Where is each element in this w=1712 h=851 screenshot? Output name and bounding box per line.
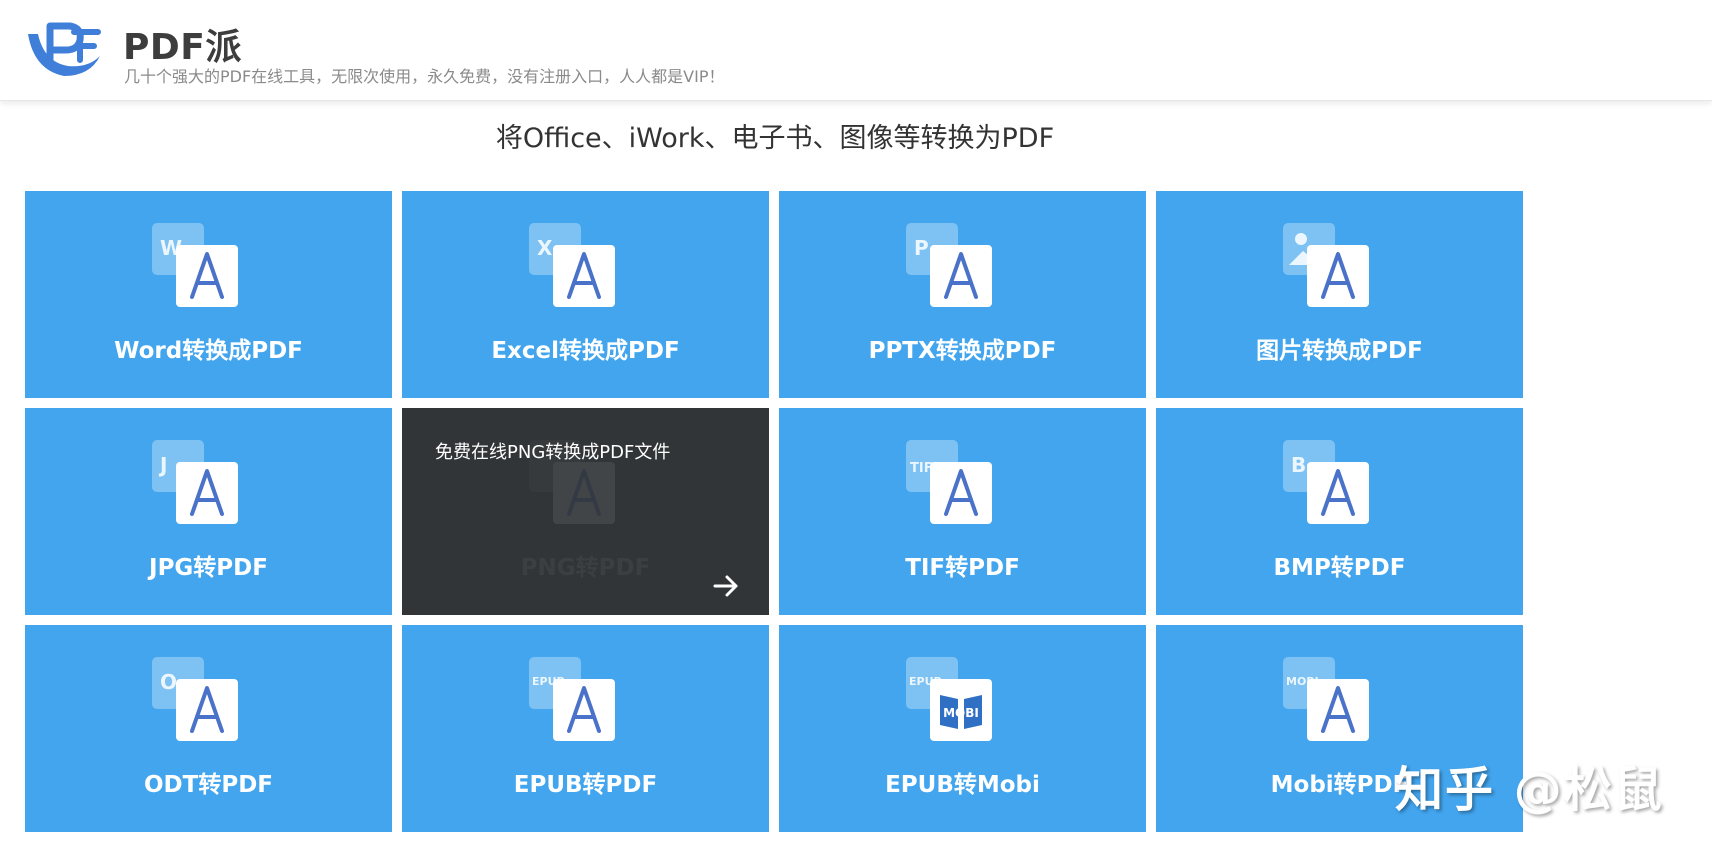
odt-to-pdf-icon: O xyxy=(152,657,238,741)
tile-label: EPUB转PDF xyxy=(513,772,658,798)
tile-epub-to-mobi[interactable]: EPUB MOBI EPUB转Mobi xyxy=(779,625,1146,832)
epub-to-mobi-icon: EPUB MOBI xyxy=(906,657,992,741)
tile-image-to-pdf[interactable]: 图片转换成PDF xyxy=(1156,191,1523,398)
image-to-pdf-icon xyxy=(1283,223,1369,307)
tile-hover-description: 免费在线PNG转换成PDF文件 xyxy=(435,442,671,463)
svg-text:X: X xyxy=(537,236,553,260)
excel-to-pdf-icon: X xyxy=(529,223,615,307)
tile-label: JPG转PDF xyxy=(149,555,268,581)
tile-bmp-to-pdf[interactable]: B BMP转PDF xyxy=(1156,408,1523,615)
tile-label: BMP转PDF xyxy=(1273,555,1406,581)
tile-label: ODT转PDF xyxy=(144,772,273,798)
zhihu-watermark: 知乎 @松鼠 xyxy=(1395,762,1664,818)
tile-word-to-pdf[interactable]: W Word转换成PDF xyxy=(25,191,392,398)
tile-odt-to-pdf[interactable]: O ODT转PDF xyxy=(25,625,392,832)
tile-jpg-to-pdf[interactable]: J JPG转PDF xyxy=(25,408,392,615)
tile-label: EPUB转Mobi xyxy=(885,772,1040,798)
tile-pptx-to-pdf[interactable]: P PPTX转换成PDF xyxy=(779,191,1146,398)
jpg-to-pdf-icon: J xyxy=(152,440,238,524)
svg-text:TIF: TIF xyxy=(910,461,933,476)
bmp-to-pdf-icon: B xyxy=(1283,440,1369,524)
pptx-to-pdf-icon: P xyxy=(906,223,992,307)
tile-excel-to-pdf[interactable]: X Excel转换成PDF xyxy=(402,191,769,398)
section-title: 将Office、iWork、电子书、图像等转换为PDF xyxy=(495,123,1055,154)
svg-text:B: B xyxy=(1291,453,1306,477)
svg-text:J: J xyxy=(158,453,167,477)
tile-label: 图片转换成PDF xyxy=(1256,338,1423,364)
pdfpai-logo-icon[interactable] xyxy=(24,20,104,82)
tile-tif-to-pdf[interactable]: TIF TIF转PDF xyxy=(779,408,1146,615)
svg-text:O: O xyxy=(160,670,177,694)
tile-png-to-pdf[interactable]: PNG转PDF 免费在线PNG转换成PDF文件 xyxy=(402,408,769,615)
epub-to-pdf-icon: EPUB xyxy=(529,657,615,741)
tile-label: Excel转换成PDF xyxy=(491,338,680,364)
mobi-to-pdf-icon: MOBI xyxy=(1283,657,1369,741)
arrow-right-icon[interactable] xyxy=(713,573,739,599)
site-slogan: 几十个强大的PDF在线工具，无限次使用，永久免费，没有注册入口，人人都是VIP！ xyxy=(124,67,725,86)
svg-text:MOBI: MOBI xyxy=(943,706,979,720)
site-header: PDF派 几十个强大的PDF在线工具，无限次使用，永久免费，没有注册入口，人人都… xyxy=(0,0,1712,101)
word-to-pdf-icon: W xyxy=(152,223,238,307)
converter-grid: W Word转换成PDF X Excel转换成PDF P PPTX转换成PDF xyxy=(25,191,1527,833)
tile-label: PPTX转换成PDF xyxy=(868,338,1057,364)
tile-label: Word转换成PDF xyxy=(114,338,303,364)
tif-to-pdf-icon: TIF xyxy=(906,440,992,524)
svg-text:P: P xyxy=(914,236,929,260)
tile-label: TIF转PDF xyxy=(905,555,1020,581)
tile-epub-to-pdf[interactable]: EPUB EPUB转PDF xyxy=(402,625,769,832)
